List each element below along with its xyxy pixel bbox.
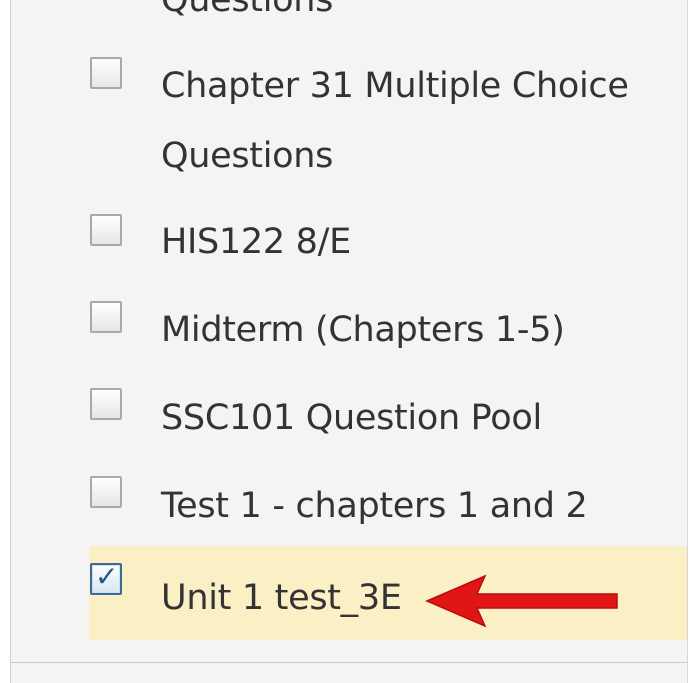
checkbox-ssc101-question-pool[interactable] xyxy=(90,388,122,420)
checkbox-midterm-chapters-1-5[interactable] xyxy=(90,301,122,333)
list-item-label-midterm-chapters-1-5: Midterm (Chapters 1-5) xyxy=(161,310,565,350)
list-item-label-unit-1-test-3e: Unit 1 test_3E xyxy=(161,578,402,618)
checkbox-test-1-chapters-1-and-2[interactable] xyxy=(90,476,122,508)
checkbox-unit-1-test-3e[interactable]: ✓ xyxy=(90,560,122,595)
list-item-label-his122-8e: HIS122 8/E xyxy=(161,222,351,262)
red-arrow-icon xyxy=(425,574,618,628)
list-item-label-ssc101-question-pool: SSC101 Question Pool xyxy=(161,398,542,438)
list-item-label-chapter-31-line-1: Chapter 31 Multiple Choice xyxy=(161,66,629,106)
list-item-label-chapter-31-line-2: Questions xyxy=(161,136,334,176)
bottom-divider xyxy=(11,662,687,663)
screenshot-frame: Questions Chapter 31 Multiple Choice Que… xyxy=(0,0,697,683)
checkbox-his122-8e[interactable] xyxy=(90,214,122,246)
check-mark-icon: ✓ xyxy=(95,560,119,593)
question-pool-list-panel: Questions Chapter 31 Multiple Choice Que… xyxy=(10,0,688,683)
list-item-label-test-1-chapters-1-and-2: Test 1 - chapters 1 and 2 xyxy=(161,486,588,526)
checkbox-chapter-31-multiple-choice-questions[interactable] xyxy=(90,57,122,89)
cut-off-list-item-label: Questions xyxy=(161,0,334,20)
